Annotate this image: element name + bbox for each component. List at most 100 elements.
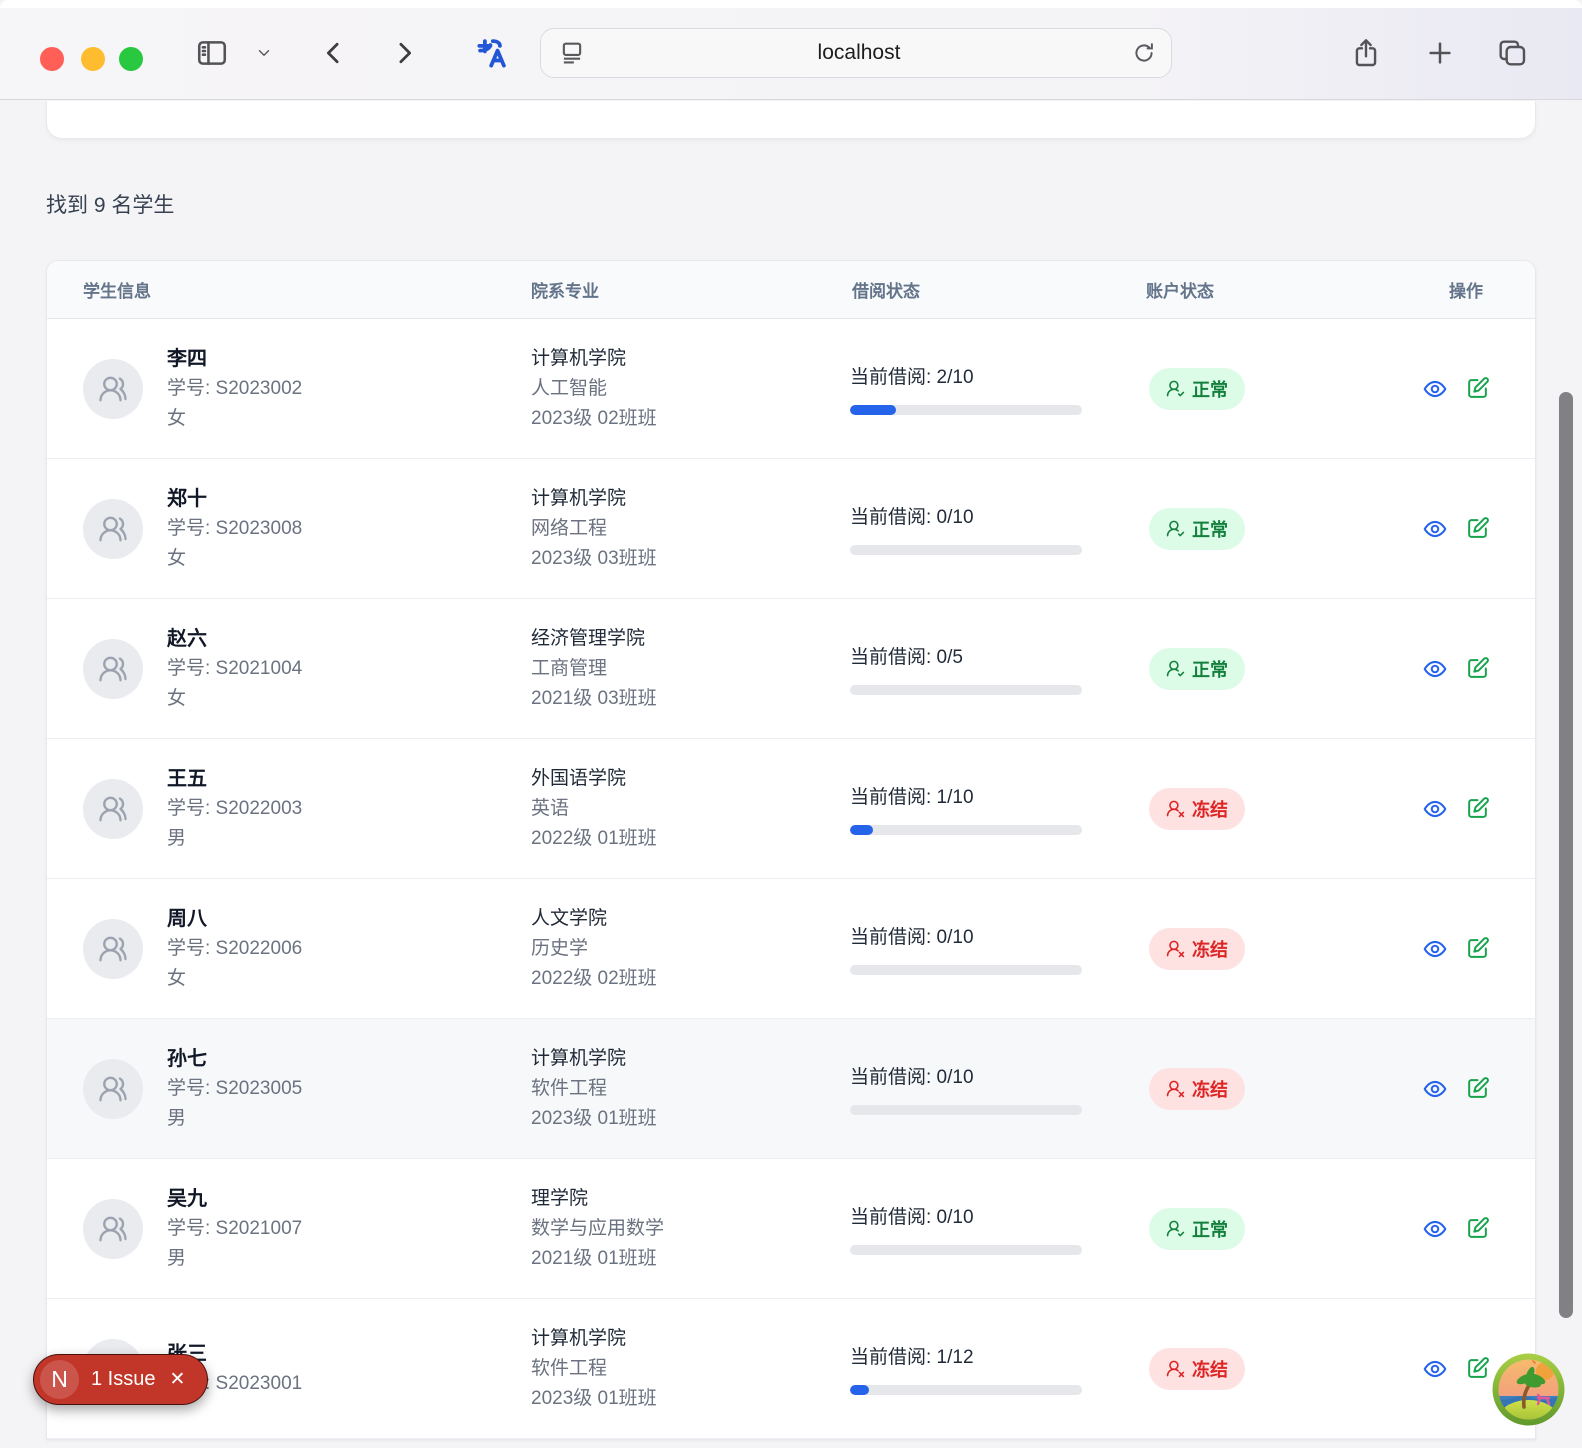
major: 历史学	[531, 934, 844, 964]
borrow-progress-track	[850, 1385, 1082, 1395]
minimize-window-button[interactable]	[81, 47, 105, 71]
college: 外国语学院	[531, 764, 844, 794]
account-status-cell: 正常	[1144, 508, 1396, 550]
address-bar[interactable]: localhost	[540, 28, 1172, 78]
page-settings-icon[interactable]	[557, 38, 587, 68]
edit-student-button[interactable]	[1464, 936, 1490, 962]
borrow-progress-track	[850, 1245, 1082, 1255]
users-icon	[98, 374, 128, 404]
avatar	[83, 499, 143, 559]
table-row: 郑十 学号: S2023008 女 计算机学院 网络工程 2023级 03班班 …	[47, 459, 1535, 599]
table-body: 李四 学号: S2023002 女 计算机学院 人工智能 2023级 02班班 …	[47, 319, 1535, 1439]
student-id: 学号: S2023008	[167, 514, 302, 544]
account-status-cell: 正常	[1144, 648, 1396, 690]
view-student-button[interactable]	[1422, 936, 1448, 962]
view-student-button[interactable]	[1422, 1356, 1448, 1382]
view-student-button[interactable]	[1422, 1076, 1448, 1102]
student-name: 李四	[167, 344, 302, 374]
users-icon	[98, 514, 128, 544]
edit-square-icon	[1465, 1356, 1490, 1381]
actions-cell	[1396, 1076, 1535, 1102]
account-status-cell: 正常	[1144, 368, 1396, 410]
chevron-left-icon	[319, 38, 349, 68]
avatar	[83, 919, 143, 979]
class: 2023级 01班班	[531, 1384, 844, 1414]
view-student-button[interactable]	[1422, 656, 1448, 682]
eye-icon	[1422, 1076, 1448, 1102]
back-button[interactable]	[312, 30, 356, 76]
translate-extension-button[interactable]	[470, 30, 514, 76]
college: 计算机学院	[531, 1324, 844, 1354]
student-info-cell: 吴九 学号: S2021007 男	[47, 1184, 531, 1274]
table-header-row: 学生信息 院系专业 借阅状态 账户状态 操作	[47, 261, 1535, 319]
eye-icon	[1422, 656, 1448, 682]
borrow-status-cell: 当前借阅: 1/12	[844, 1342, 1144, 1395]
window-top-edge	[0, 0, 1582, 8]
users-icon	[98, 1214, 128, 1244]
student-id: 学号: S2023002	[167, 374, 302, 404]
eye-icon	[1422, 936, 1448, 962]
share-icon	[1350, 37, 1382, 69]
zoom-window-button[interactable]	[119, 47, 143, 71]
header-borrow-status: 借阅状态	[844, 277, 1144, 302]
borrow-progress-track	[850, 545, 1082, 555]
avatar	[83, 359, 143, 419]
close-issues-badge-button[interactable]: ✕	[167, 1368, 187, 1391]
edit-student-button[interactable]	[1464, 376, 1490, 402]
browser-window: localhost 找到 9 名学生 学生信息 院	[0, 0, 1582, 1448]
edit-student-button[interactable]	[1464, 1076, 1490, 1102]
edit-student-button[interactable]	[1464, 656, 1490, 682]
borrow-status-cell: 当前借阅: 2/10	[844, 362, 1144, 415]
user-x-icon	[1166, 1079, 1185, 1098]
sidebar-toggle-button[interactable]	[190, 30, 234, 76]
forward-button[interactable]	[382, 30, 426, 76]
header-student-info: 学生信息	[47, 277, 531, 302]
account-status-cell: 冻结	[1144, 1068, 1396, 1110]
table-row: 李四 学号: S2023002 女 计算机学院 人工智能 2023级 02班班 …	[47, 319, 1535, 459]
share-button[interactable]	[1344, 30, 1388, 76]
class: 2023级 02班班	[531, 404, 844, 434]
tab-overview-button[interactable]	[1490, 30, 1534, 76]
department-cell: 经济管理学院 工商管理 2021级 03班班	[531, 624, 844, 714]
edit-square-icon	[1465, 796, 1490, 821]
status-label: 正常	[1192, 656, 1228, 682]
edit-student-button[interactable]	[1464, 796, 1490, 822]
vertical-scrollbar-thumb[interactable]	[1559, 392, 1573, 1318]
status-badge: 冻结	[1149, 1068, 1245, 1110]
borrow-progress-fill	[850, 405, 896, 415]
plus-icon	[1425, 38, 1455, 68]
student-name: 孙七	[167, 1044, 302, 1074]
student-info-cell: 孙七 学号: S2023005 男	[47, 1044, 531, 1134]
view-student-button[interactable]	[1422, 516, 1448, 542]
borrow-label: 当前借阅: 1/12	[850, 1342, 1144, 1369]
sidebar-menu-button[interactable]	[248, 30, 280, 76]
nextjs-dev-issues-badge[interactable]: N 1 Issue ✕	[33, 1354, 208, 1405]
eye-icon	[1422, 376, 1448, 402]
department-cell: 计算机学院 网络工程 2023级 03班班	[531, 484, 844, 574]
status-badge: 冻结	[1149, 788, 1245, 830]
reload-icon[interactable]	[1131, 40, 1157, 66]
user-check-icon	[1166, 659, 1185, 678]
college: 计算机学院	[531, 344, 844, 374]
borrow-status-cell: 当前借阅: 0/10	[844, 1062, 1144, 1115]
avatar	[83, 639, 143, 699]
class: 2022级 01班班	[531, 824, 844, 854]
student-info-cell: 王五 学号: S2022003 男	[47, 764, 531, 854]
edit-student-button[interactable]	[1464, 1356, 1490, 1382]
edit-student-button[interactable]	[1464, 1216, 1490, 1242]
sidebar-icon	[195, 36, 229, 70]
actions-cell	[1396, 516, 1535, 542]
island-extension-button[interactable]	[1492, 1353, 1565, 1426]
actions-cell	[1396, 376, 1535, 402]
edit-student-button[interactable]	[1464, 516, 1490, 542]
view-student-button[interactable]	[1422, 796, 1448, 822]
new-tab-button[interactable]	[1418, 30, 1462, 76]
student-gender: 男	[167, 1244, 302, 1274]
status-label: 冻结	[1192, 796, 1228, 822]
view-student-button[interactable]	[1422, 1216, 1448, 1242]
view-student-button[interactable]	[1422, 376, 1448, 402]
status-label: 冻结	[1192, 936, 1228, 962]
close-window-button[interactable]	[40, 47, 64, 71]
tropical-island-icon	[1492, 1353, 1565, 1426]
actions-cell	[1396, 1216, 1535, 1242]
